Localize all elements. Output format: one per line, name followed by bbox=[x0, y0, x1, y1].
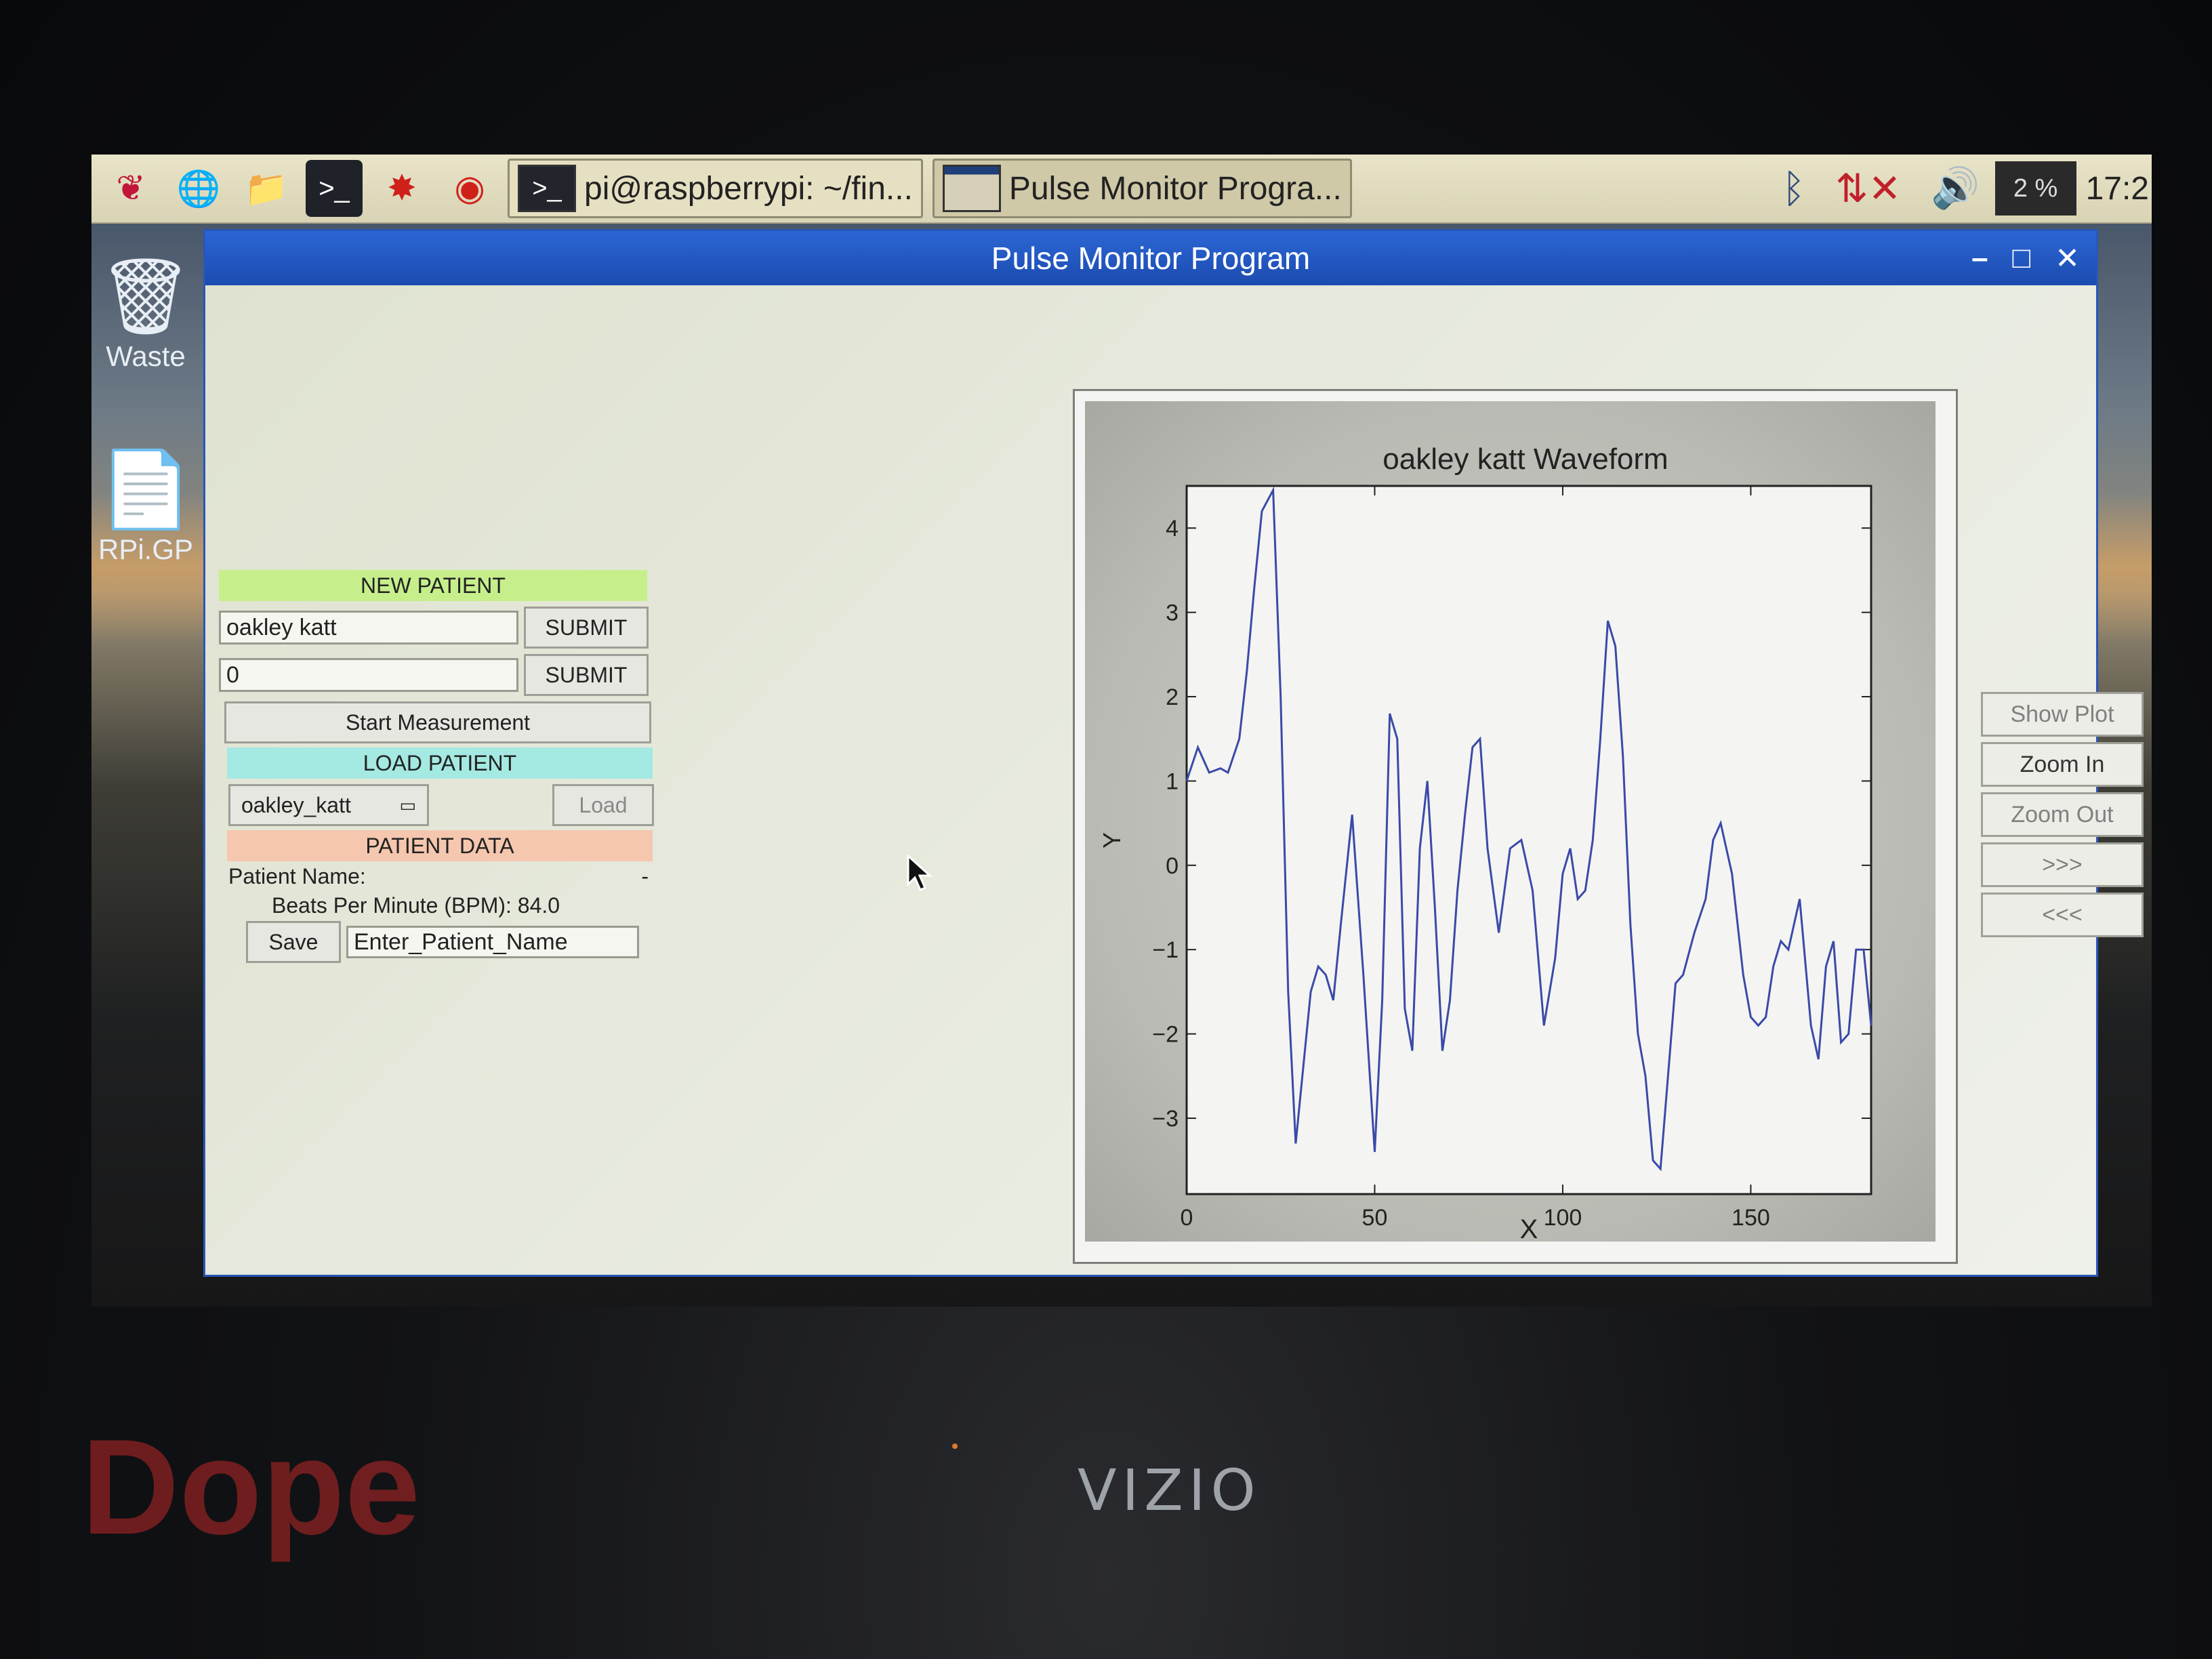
window-icon bbox=[942, 165, 1001, 212]
save-row: Save Enter_Patient_Name bbox=[246, 921, 659, 963]
cpu-monitor: 2 % bbox=[1994, 161, 2076, 216]
y-tick-label: 0 bbox=[1166, 853, 1179, 879]
x-tick-label: 0 bbox=[1181, 1205, 1193, 1231]
taskbar-task-label: Pulse Monitor Progra... bbox=[1008, 170, 1342, 207]
minimize-icon[interactable]: – bbox=[1971, 241, 1988, 275]
submit-id-button[interactable]: SUBMIT bbox=[524, 654, 649, 696]
trash-icon: 🗑 bbox=[98, 255, 193, 338]
patient-name-row: Patient Name: - bbox=[228, 864, 649, 889]
waveform-chart: oakley katt Waveform 4 3 2 1 0 −1 −2 −3 0 50 100 1… bbox=[1098, 443, 1872, 1242]
screen: 🗑 Waste 📄 RPi.GP ❦ 🌐 📁 >_ ✸ ◉ >_ pi@rasp… bbox=[91, 155, 2152, 1307]
maximize-icon[interactable]: □ bbox=[2013, 241, 2031, 275]
load-row: oakley_katt ▭ Load bbox=[219, 784, 659, 826]
taskbar-task-pulse-monitor[interactable]: Pulse Monitor Progra... bbox=[932, 159, 1352, 218]
save-name-input[interactable]: Enter_Patient_Name bbox=[346, 926, 639, 958]
x-tick-label: 150 bbox=[1732, 1205, 1770, 1231]
plot-frame: oakley katt Waveform 4 3 2 1 0 −1 −2 −3 0 50 100 1… bbox=[1073, 389, 1958, 1264]
wolfram-icon[interactable]: ◉ bbox=[441, 160, 498, 217]
start-measurement-button[interactable]: Start Measurement bbox=[224, 701, 651, 743]
x-axis-label: X bbox=[1520, 1214, 1538, 1242]
zoom-out-button[interactable]: Zoom Out bbox=[1981, 792, 2144, 837]
start-row: Start Measurement bbox=[219, 701, 659, 743]
desktop-icon-wastebasket[interactable]: 🗑 Waste bbox=[91, 253, 200, 373]
patient-name-value: - bbox=[641, 864, 649, 888]
vizio-logo: VIZIO bbox=[1078, 1457, 1261, 1523]
y-tick-label: 1 bbox=[1166, 769, 1179, 794]
taskbar-task-terminal[interactable]: >_ pi@raspberrypi: ~/fin... bbox=[508, 159, 923, 218]
y-axis-label: Y bbox=[1098, 832, 1126, 848]
power-led bbox=[952, 1443, 958, 1449]
patient-name-label: Patient Name: bbox=[228, 864, 366, 888]
patient-data-header: PATIENT DATA bbox=[227, 830, 653, 861]
window-titlebar[interactable]: Pulse Monitor Program – □ ✕ bbox=[205, 231, 2096, 285]
y-tick-label: −2 bbox=[1152, 1022, 1179, 1048]
dropdown-icon: ▭ bbox=[399, 794, 416, 815]
y-tick-label: 4 bbox=[1166, 516, 1179, 541]
bpm-row: Beats Per Minute (BPM): 84.0 bbox=[272, 893, 659, 918]
y-tick-label: 3 bbox=[1166, 600, 1179, 626]
bluetooth-icon[interactable]: ᛒ bbox=[1782, 166, 1805, 211]
terminal-icon[interactable]: >_ bbox=[306, 160, 363, 217]
plot-canvas: oakley katt Waveform 4 3 2 1 0 −1 −2 −3 0 50 100 1… bbox=[1085, 401, 1936, 1242]
y-tick-label: 2 bbox=[1166, 684, 1179, 710]
raspberry-menu-icon[interactable]: ❦ bbox=[102, 160, 159, 217]
chart-title: oakley katt Waveform bbox=[1382, 443, 1668, 476]
file-manager-icon[interactable]: 📁 bbox=[238, 160, 295, 217]
system-tray: ᛒ ⇅✕ 🔊 2 % 17:2 bbox=[1767, 155, 2152, 222]
file-icon: 📄 bbox=[99, 448, 192, 531]
taskbar-task-label: pi@raspberrypi: ~/fin... bbox=[584, 170, 913, 207]
x-tick-label: 100 bbox=[1544, 1205, 1582, 1231]
x-tick-label: 50 bbox=[1362, 1205, 1388, 1231]
patient-select-value: oakley_katt bbox=[241, 792, 351, 817]
patient-select[interactable]: oakley_katt ▭ bbox=[228, 784, 429, 826]
load-patient-header: LOAD PATIENT bbox=[227, 747, 653, 779]
zoom-in-button[interactable]: Zoom In bbox=[1981, 742, 2144, 787]
submit-name-button[interactable]: SUBMIT bbox=[524, 607, 649, 649]
clock[interactable]: 17:2 bbox=[2086, 170, 2149, 207]
show-plot-button[interactable]: Show Plot bbox=[1981, 692, 2144, 737]
prev-button[interactable]: <<< bbox=[1981, 893, 2144, 937]
data-header-row: PATIENT DATA bbox=[219, 830, 659, 861]
desktop-icon-label: Waste bbox=[106, 340, 186, 372]
window-title: Pulse Monitor Program bbox=[991, 241, 1311, 276]
next-button[interactable]: >>> bbox=[1981, 842, 2144, 887]
load-header-row: LOAD PATIENT bbox=[219, 747, 659, 779]
plot-nav-buttons: Show Plot Zoom In Zoom Out >>> <<< bbox=[1981, 692, 2144, 943]
plot-axes bbox=[1185, 485, 1872, 1195]
save-button[interactable]: Save bbox=[246, 921, 341, 963]
name-row: oakley katt SUBMIT bbox=[219, 607, 659, 649]
bpm-readout: Beats Per Minute (BPM): 84.0 bbox=[272, 893, 560, 918]
window-controls: – □ ✕ bbox=[1947, 231, 2080, 285]
new-patient-header: NEW PATIENT bbox=[219, 570, 647, 601]
y-tick-label: −1 bbox=[1152, 937, 1179, 963]
desktop-icon-rpi-gpio[interactable]: 📄 RPi.GP bbox=[91, 446, 200, 566]
desktop-icon-label: RPi.GP bbox=[98, 533, 194, 565]
load-button[interactable]: Load bbox=[552, 784, 654, 826]
pulse-monitor-window: Pulse Monitor Program – □ ✕ NEW PATIENT … bbox=[203, 229, 2144, 1277]
math-kernel-icon[interactable]: ✸ bbox=[373, 160, 430, 217]
patient-name-input[interactable]: oakley katt bbox=[219, 611, 518, 644]
control-panel: NEW PATIENT oakley katt SUBMIT 0 SUBMIT … bbox=[219, 570, 659, 963]
taskbar: ❦ 🌐 📁 >_ ✸ ◉ >_ pi@raspberrypi: ~/fin...… bbox=[91, 155, 2152, 224]
network-disconnected-icon[interactable]: ⇅✕ bbox=[1835, 165, 1901, 211]
id-row: 0 SUBMIT bbox=[219, 654, 659, 696]
web-browser-icon[interactable]: 🌐 bbox=[170, 160, 227, 217]
dope-sticker: Dope bbox=[81, 1412, 420, 1563]
close-icon[interactable]: ✕ bbox=[2055, 241, 2080, 276]
terminal-icon: >_ bbox=[518, 165, 576, 212]
volume-icon[interactable]: 🔊 bbox=[1931, 165, 1980, 211]
y-tick-label: −3 bbox=[1152, 1106, 1179, 1132]
patient-id-input[interactable]: 0 bbox=[219, 658, 518, 692]
